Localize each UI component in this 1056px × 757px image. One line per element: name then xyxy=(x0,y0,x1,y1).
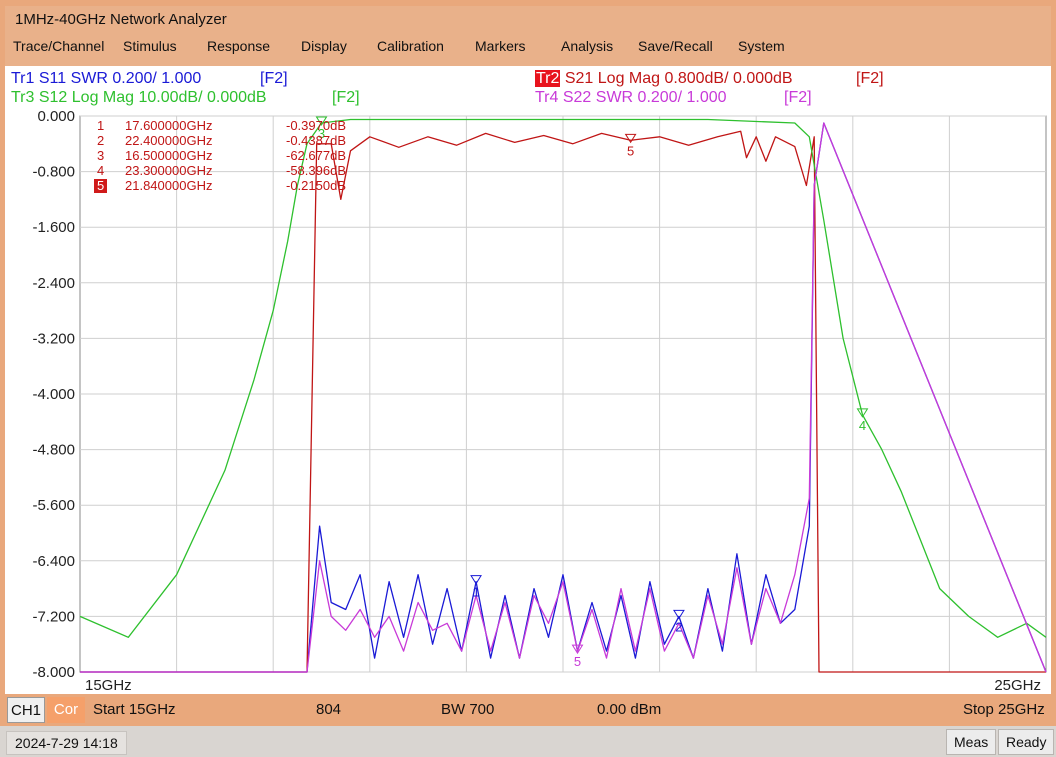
window-frame: 1MHz-40GHz Network Analyzer Trace/Channe… xyxy=(0,0,1056,757)
if-bandwidth[interactable]: BW 700 xyxy=(441,697,494,723)
x-axis-ticks: 15GHz 25GHz xyxy=(85,677,1041,694)
plot-area[interactable]: 0.000 -0.800 -1.600 -2.400 -3.200 -4.000 -4.80… xyxy=(5,66,1051,694)
correction-indicator[interactable]: Cor xyxy=(47,697,85,723)
trace-marker-number: 5 xyxy=(627,143,634,158)
x-tick-label-start: 15GHz xyxy=(85,677,132,694)
y-tick-label: -1.600 xyxy=(32,219,75,236)
meas-button[interactable]: Meas xyxy=(946,729,997,755)
y-tick-label: -2.400 xyxy=(32,275,75,292)
marker-table-value: -0.4387dB xyxy=(286,133,346,148)
y-tick-label: -3.200 xyxy=(32,330,75,347)
marker-table-number[interactable]: 5 xyxy=(97,178,104,193)
x-tick-label-stop: 25GHz xyxy=(994,677,1041,694)
marker-table-frequency: 22.400000GHz xyxy=(125,133,212,148)
marker-table-frequency: 23.300000GHz xyxy=(125,163,212,178)
source-power[interactable]: 0.00 dBm xyxy=(597,697,661,723)
marker-table-frequency: 16.500000GHz xyxy=(125,148,212,163)
y-tick-label: -5.600 xyxy=(32,497,75,514)
marker-table-frequency: 17.600000GHz xyxy=(125,118,212,133)
y-tick-label: 0.000 xyxy=(37,108,75,125)
marker-table-number[interactable]: 2 xyxy=(97,133,104,148)
marker-table-value: -58.396dB xyxy=(286,163,346,178)
marker-table-number[interactable]: 4 xyxy=(97,163,104,178)
y-tick-label: -7.200 xyxy=(32,608,75,625)
marker-table-frequency: 21.840000GHz xyxy=(125,178,212,193)
ready-status: Ready xyxy=(998,729,1055,755)
menu-trace-channel[interactable]: Trace/Channel xyxy=(13,38,104,54)
window-title: 1MHz-40GHz Network Analyzer xyxy=(15,11,227,28)
menu-analysis[interactable]: Analysis xyxy=(561,38,613,54)
y-axis-ticks: 0.000 -0.800 -1.600 -2.400 -3.200 -4.000 -4.80… xyxy=(32,108,75,681)
menu-bar: Trace/Channel Stimulus Response Display … xyxy=(5,38,1051,62)
menu-stimulus[interactable]: Stimulus xyxy=(123,38,177,54)
start-frequency[interactable]: Start 15GHz xyxy=(93,697,176,723)
menu-save-recall[interactable]: Save/Recall xyxy=(638,38,713,54)
stop-frequency[interactable]: Stop 25GHz xyxy=(963,697,1045,723)
marker-table-value: -0.2150dB xyxy=(286,178,346,193)
trace-marker-number: 4 xyxy=(859,418,866,433)
marker-table-number[interactable]: 3 xyxy=(97,148,104,163)
trace-marker-number: 2 xyxy=(675,619,682,634)
marker-table-number[interactable]: 1 xyxy=(97,118,104,133)
analyzer-screen: Tr1 S11 SWR 0.200/ 1.000 [F2] Tr3 S12 Log… xyxy=(5,66,1051,694)
y-tick-label: -6.400 xyxy=(32,553,75,570)
menu-response[interactable]: Response xyxy=(207,38,270,54)
marker-table-value: -0.3970dB xyxy=(286,118,346,133)
y-tick-label: -0.800 xyxy=(32,164,75,181)
title-bar: 1MHz-40GHz Network Analyzer Trace/Channe… xyxy=(5,6,1051,66)
system-bar: 2024-7-29 14:18 Meas Ready xyxy=(0,726,1056,757)
menu-calibration[interactable]: Calibration xyxy=(377,38,444,54)
menu-markers[interactable]: Markers xyxy=(475,38,526,54)
y-tick-label: -4.800 xyxy=(32,442,75,459)
marker-table-value: -62.677dB xyxy=(286,148,346,163)
sweep-points[interactable]: 804 xyxy=(316,697,341,723)
datetime-display: 2024-7-29 14:18 xyxy=(6,731,127,755)
trace-marker-number: 1 xyxy=(472,585,479,600)
channel-indicator[interactable]: CH1 xyxy=(7,697,45,723)
trace-marker-number: 5 xyxy=(574,654,581,669)
y-tick-label: -8.000 xyxy=(32,664,75,681)
status-bar: CH1 Cor Start 15GHz 804 BW 700 0.00 dBm … xyxy=(5,697,1051,723)
menu-system[interactable]: System xyxy=(738,38,785,54)
y-tick-label: -4.000 xyxy=(32,386,75,403)
menu-display[interactable]: Display xyxy=(301,38,347,54)
grid xyxy=(79,115,1047,673)
